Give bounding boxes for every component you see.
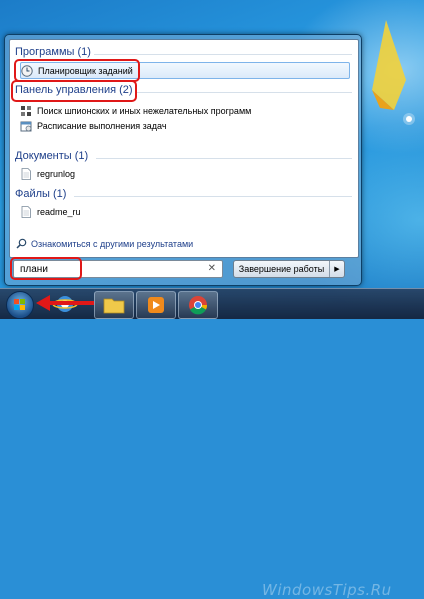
- result-item-label: readme_ru: [37, 206, 81, 217]
- schedule-icon: [20, 121, 32, 131]
- watermark: WindowsTips.Ru: [262, 581, 392, 599]
- result-item-regrunlog[interactable]: regrunlog: [20, 166, 350, 181]
- document-icon: [21, 205, 31, 218]
- search-results-panel: Программы (1) Планировщик заданий Панель…: [9, 39, 359, 258]
- result-item-label: Расписание выполнения задач: [37, 120, 167, 131]
- highlight-box-task-scheduler: [14, 59, 140, 82]
- result-item-label: regrunlog: [37, 168, 76, 179]
- wallpaper-leaf-graphic: [372, 20, 406, 110]
- windows-logo-icon: [14, 299, 25, 310]
- shutdown-options-arrow-icon[interactable]: ▶: [330, 265, 344, 273]
- wallpaper-sparkle-graphic: [403, 113, 415, 125]
- chrome-icon: [189, 296, 208, 315]
- result-item-readme-ru[interactable]: readme_ru: [20, 204, 350, 219]
- chrome-taskbar-button[interactable]: [178, 291, 218, 319]
- result-item-task-schedule[interactable]: Расписание выполнения задач: [20, 118, 350, 133]
- see-more-results-link[interactable]: Ознакомиться с другими результатами: [16, 238, 193, 249]
- group-header-documents[interactable]: Документы (1): [15, 150, 88, 162]
- document-icon: [21, 167, 31, 180]
- divider: [74, 196, 352, 197]
- start-button[interactable]: [6, 291, 34, 319]
- result-item-label: Поиск шпионских и иных нежелательных про…: [37, 105, 252, 116]
- red-arrow-annotation: [36, 295, 94, 311]
- highlight-box-control-panel: [11, 80, 137, 102]
- start-menu: Программы (1) Планировщик заданий Панель…: [4, 34, 362, 286]
- search-icon: [16, 238, 27, 249]
- defender-icon: [21, 105, 31, 116]
- group-header-files[interactable]: Файлы (1): [15, 188, 66, 200]
- see-more-results-label: Ознакомиться с другими результатами: [31, 238, 194, 249]
- shutdown-button[interactable]: Завершение работы ▶: [233, 260, 345, 278]
- highlight-box-search: [10, 257, 82, 280]
- group-header-programs[interactable]: Программы (1): [15, 46, 91, 58]
- explorer-taskbar-button[interactable]: [94, 291, 134, 319]
- result-item-spyware-search[interactable]: Поиск шпионских и иных нежелательных про…: [20, 103, 350, 118]
- divider: [96, 158, 352, 159]
- clear-search-icon[interactable]: ✕: [208, 263, 216, 274]
- shutdown-label: Завершение работы: [234, 261, 330, 277]
- folder-icon: [103, 298, 125, 314]
- media-player-taskbar-button[interactable]: [136, 291, 176, 319]
- divider: [136, 92, 352, 93]
- media-player-icon: [148, 297, 164, 313]
- divider: [94, 54, 352, 55]
